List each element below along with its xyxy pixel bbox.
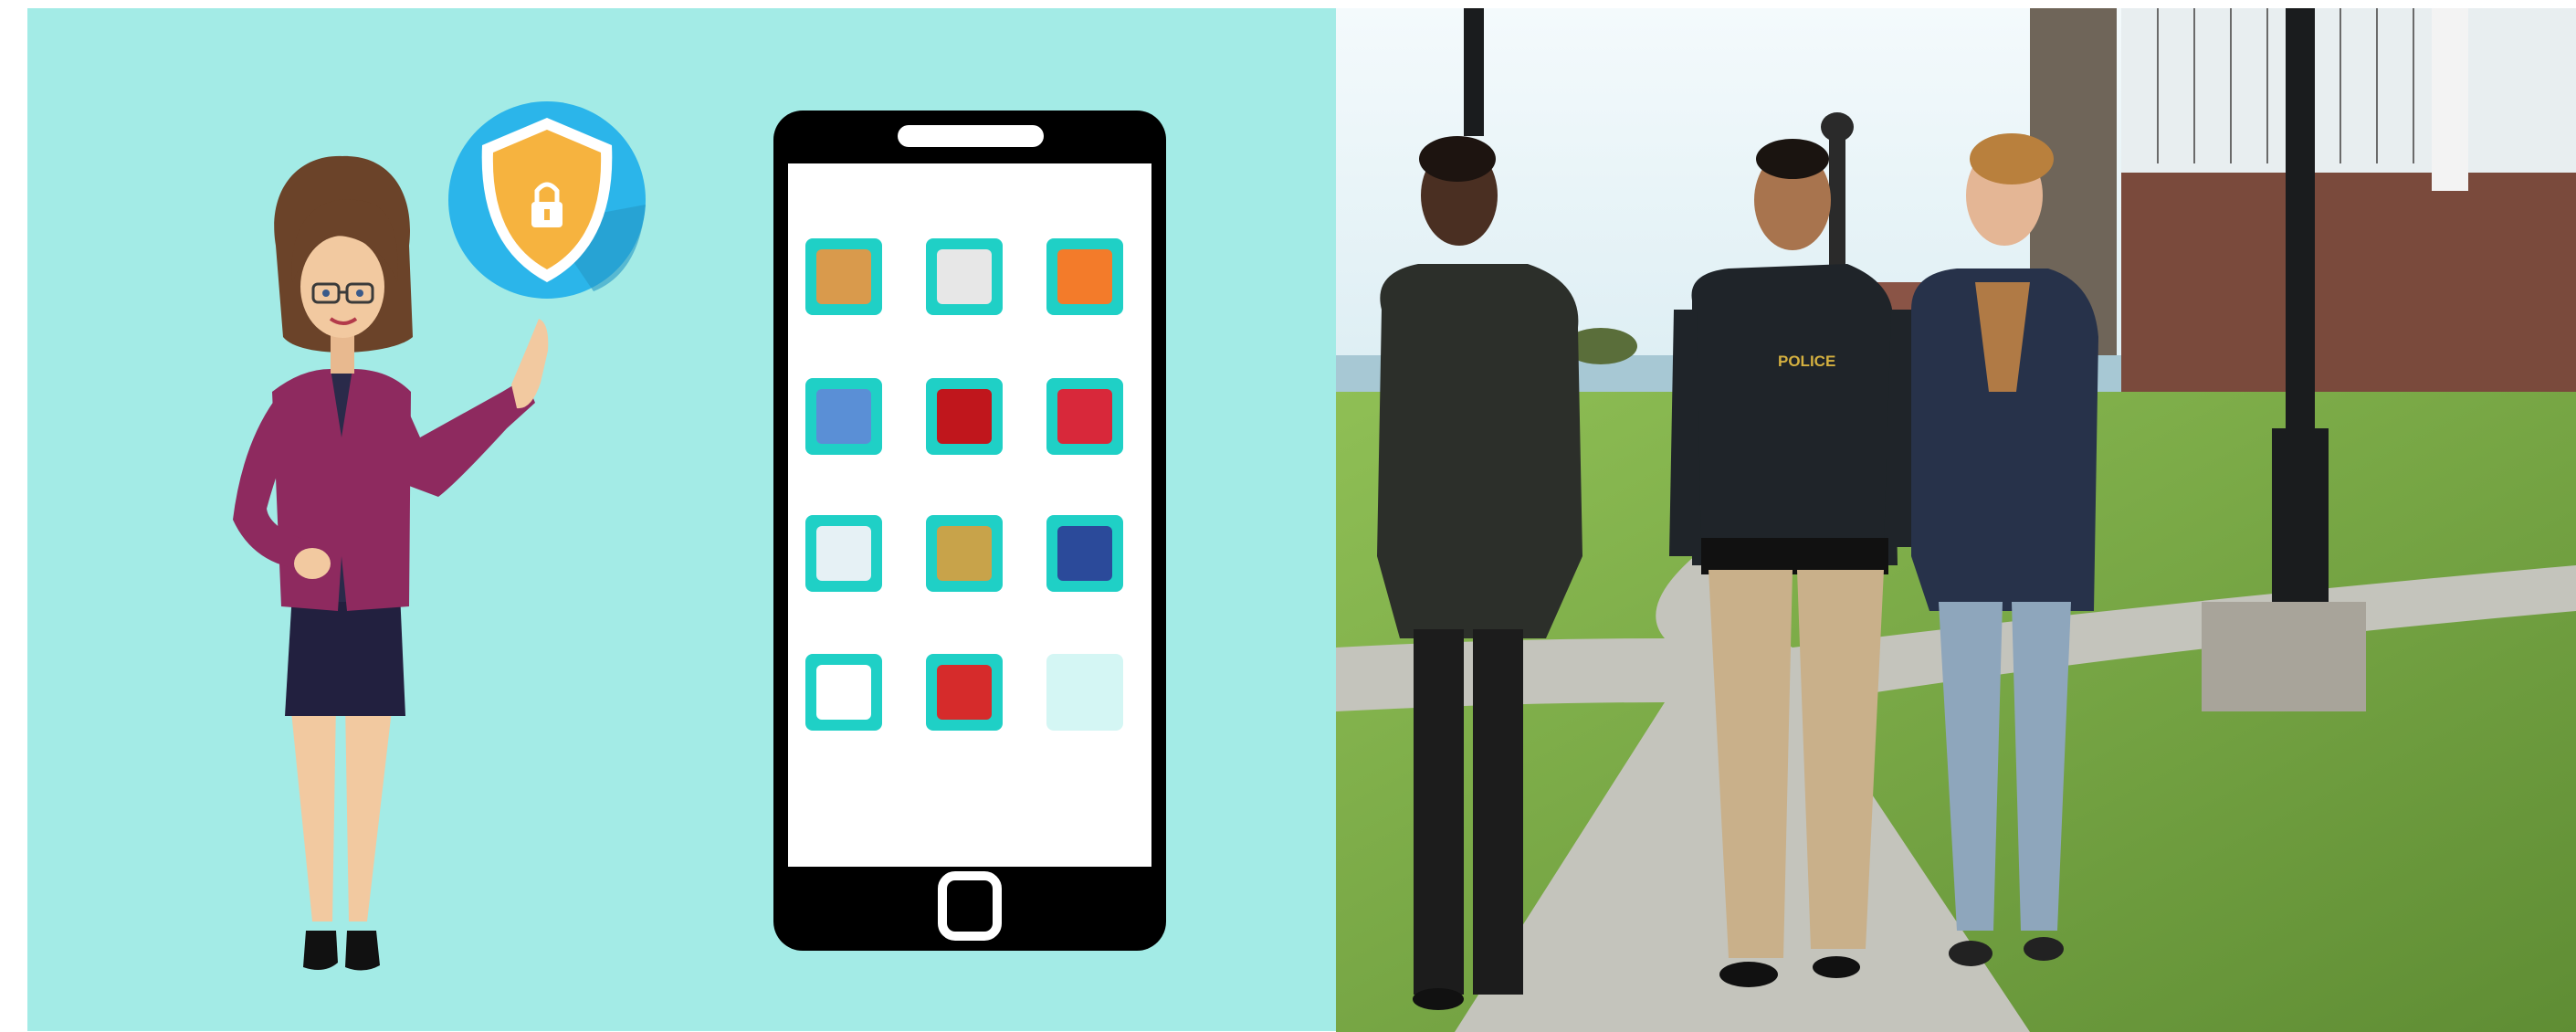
alarm-button-app-icon[interactable] xyxy=(926,378,1003,455)
photo-panel: POLICE xyxy=(1336,8,2576,1032)
phone-speaker xyxy=(898,125,1044,147)
checklist-app-icon[interactable] xyxy=(1046,238,1123,315)
right-shoe xyxy=(345,931,380,971)
fingerprint-app-icon[interactable] xyxy=(805,378,882,455)
right-eye xyxy=(356,290,363,297)
lamp-post-left xyxy=(1464,8,1484,136)
letter-b-app-icon[interactable] xyxy=(926,654,1003,731)
left-shoe xyxy=(303,931,338,971)
illustration-svg xyxy=(27,8,1336,1031)
left-eye xyxy=(322,290,330,297)
blue-shield-app-icon[interactable] xyxy=(1046,515,1123,592)
photo-svg: POLICE xyxy=(1336,8,2576,1032)
lock-shield-icon xyxy=(448,101,646,299)
left-hand xyxy=(294,548,331,579)
crest-app-icon[interactable] xyxy=(926,515,1003,592)
building xyxy=(2121,8,2576,410)
tool-app-icon[interactable] xyxy=(805,238,882,315)
safety-pin-app-icon[interactable] xyxy=(926,238,1003,315)
duty-belt xyxy=(1701,538,1888,574)
illustration-panel xyxy=(27,8,1336,1031)
emblem-app-icon[interactable] xyxy=(805,515,882,592)
skirt xyxy=(285,593,405,716)
heart-app-icon[interactable] xyxy=(1046,378,1123,455)
police-badge-text: POLICE xyxy=(1778,353,1835,370)
empty-app-slot[interactable] xyxy=(1046,654,1123,731)
first-aid-app-icon[interactable] xyxy=(805,654,882,731)
